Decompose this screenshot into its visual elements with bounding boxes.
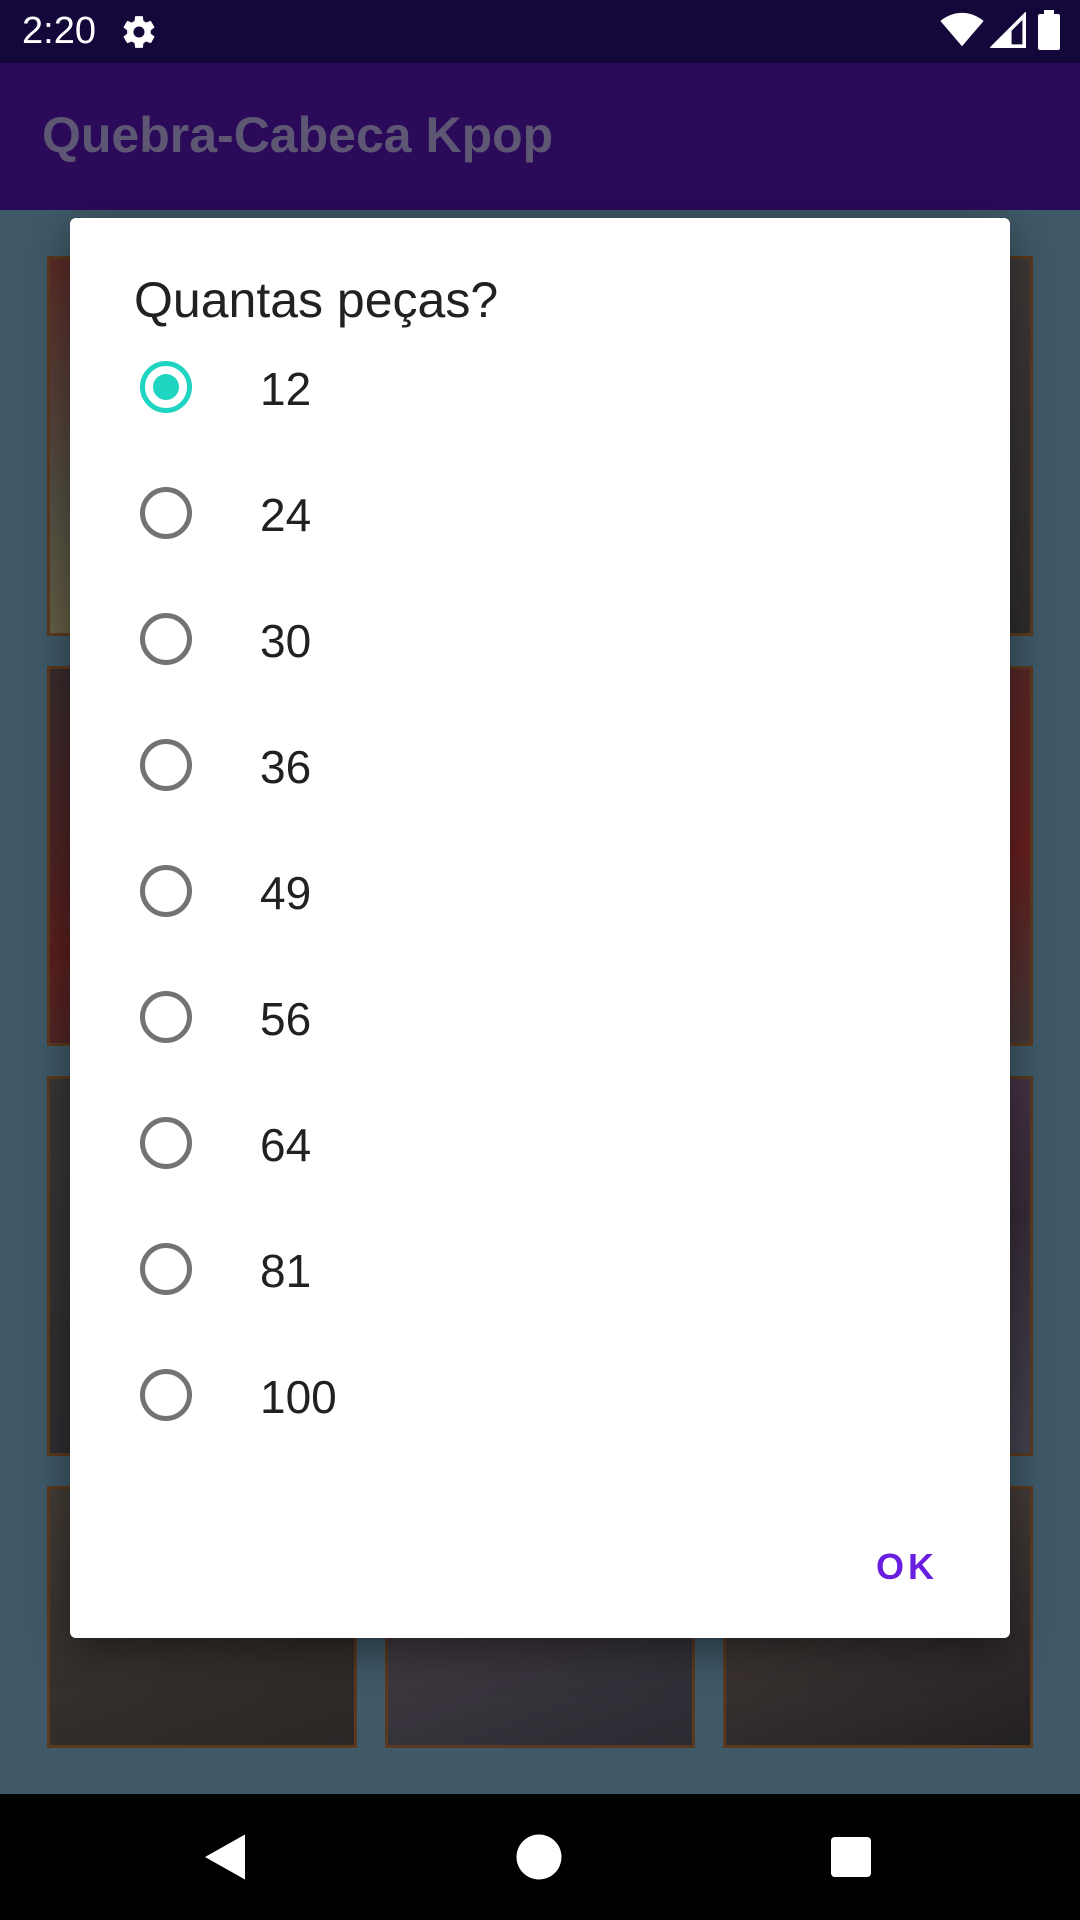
option-label: 36: [260, 741, 312, 793]
radio-unchecked-icon[interactable]: [140, 613, 192, 665]
option-label: 24: [260, 489, 312, 541]
option-36[interactable]: 36: [70, 702, 1010, 828]
battery-icon: [1038, 10, 1060, 50]
option-81[interactable]: 81: [70, 1206, 1010, 1332]
radio-unchecked-icon[interactable]: [140, 487, 192, 539]
app-title: Quebra-Cabeca Kpop: [42, 107, 554, 163]
option-label: 56: [260, 993, 312, 1045]
radio-unchecked-icon[interactable]: [140, 865, 192, 917]
radio-unchecked-icon[interactable]: [140, 1117, 192, 1169]
screen: 2:20 Quebra-Cabeca Kpop Quantas peças? 1…: [0, 0, 1080, 1920]
option-30[interactable]: 30: [70, 576, 1010, 702]
radio-unchecked-icon[interactable]: [140, 739, 192, 791]
option-label: 49: [260, 867, 312, 919]
navigation-bar: [0, 1794, 1080, 1920]
home-icon[interactable]: [514, 1832, 564, 1882]
option-label: 81: [260, 1245, 312, 1297]
option-100[interactable]: 100: [70, 1332, 1010, 1458]
option-label: 30: [260, 615, 312, 667]
radio-unchecked-icon[interactable]: [140, 991, 192, 1043]
status-bar: 2:20: [0, 0, 1080, 63]
option-12[interactable]: 12: [70, 324, 1010, 450]
recents-icon[interactable]: [826, 1832, 876, 1882]
back-icon[interactable]: [200, 1832, 250, 1882]
dialog-title: Quantas peças?: [134, 272, 499, 328]
settings-icon: [123, 16, 155, 48]
status-time: 2:20: [22, 10, 96, 52]
option-49[interactable]: 49: [70, 828, 1010, 954]
option-label: 12: [260, 363, 312, 415]
piece-count-dialog: Quantas peças? 12 24 30 36 49 56 64 81 1…: [70, 218, 1010, 1638]
option-label: 100: [260, 1371, 337, 1423]
wifi-icon: [940, 12, 984, 47]
radio-checked-icon[interactable]: [140, 361, 192, 413]
app-bar: Quebra-Cabeca Kpop: [0, 63, 1080, 210]
option-56[interactable]: 56: [70, 954, 1010, 1080]
option-label: 64: [260, 1119, 312, 1171]
ok-button[interactable]: OK: [860, 1536, 954, 1598]
option-64[interactable]: 64: [70, 1080, 1010, 1206]
radio-unchecked-icon[interactable]: [140, 1369, 192, 1421]
signal-icon: [990, 12, 1026, 48]
option-24[interactable]: 24: [70, 450, 1010, 576]
radio-unchecked-icon[interactable]: [140, 1243, 192, 1295]
